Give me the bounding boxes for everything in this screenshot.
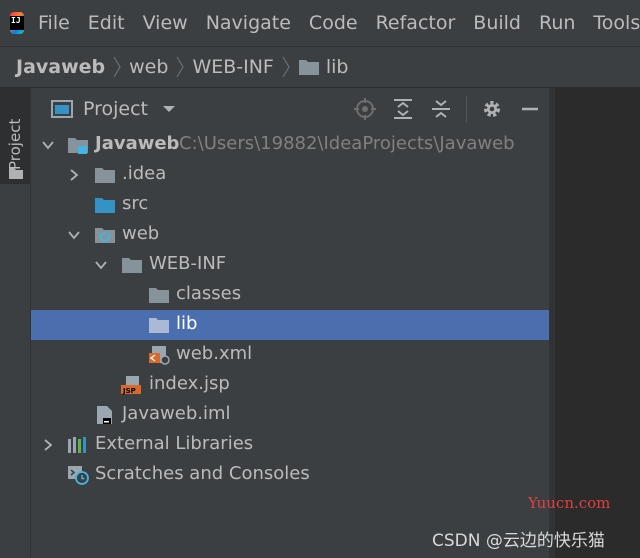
folder-icon <box>122 258 142 273</box>
folder-icon <box>298 60 319 75</box>
tree-row-javaweb[interactable]: Javaweb C:\Users\19882\IdeaProjects\Java… <box>31 130 549 160</box>
menu-edit[interactable]: Edit <box>88 12 125 34</box>
tree-row-web-xml[interactable]: web.xml <box>31 340 549 370</box>
tree-label-classes: classes <box>176 283 242 304</box>
site-watermark: Yuucn.com <box>528 494 611 512</box>
library-icon <box>68 437 86 453</box>
project-panel-toolbar <box>346 88 549 130</box>
breadcrumb-web-inf[interactable]: WEB-INF <box>192 56 273 78</box>
editor-area[interactable] <box>549 88 640 558</box>
project-view-icon <box>51 100 73 118</box>
source-folder-icon <box>95 198 115 213</box>
editor-divider <box>549 88 555 558</box>
tree-label-lib: lib <box>176 313 198 334</box>
web-folder-icon <box>95 228 115 243</box>
menu-refactor[interactable]: Refactor <box>376 12 456 34</box>
menu-navigate[interactable]: Navigate <box>206 12 291 34</box>
tree-row-scratches[interactable]: Scratches and Consoles <box>31 460 549 490</box>
folder-icon <box>149 288 169 303</box>
module-folder-icon <box>68 138 88 154</box>
tree-label-src: src <box>122 193 149 214</box>
chevron-down-icon[interactable] <box>67 228 81 242</box>
tree-label-external-libraries: External Libraries <box>95 433 254 454</box>
tree-path-javaweb: C:\Users\19882\IdeaProjects\Javaweb <box>179 133 515 154</box>
project-panel-header: Project <box>31 88 549 130</box>
folder-icon <box>9 168 23 179</box>
breadcrumb: Javaweb web WEB-INF lib <box>0 46 640 88</box>
menu-tools[interactable]: Tools <box>593 12 640 34</box>
breadcrumb-lib[interactable]: lib <box>298 56 349 78</box>
tree-label-javaweb: Javaweb <box>95 133 180 154</box>
author-watermark: CSDN @云边的快乐猫 <box>432 531 605 551</box>
hide-icon[interactable] <box>511 88 549 130</box>
project-panel: Project Javaweb C:\Users\19882\IdeaProje… <box>31 88 549 558</box>
breadcrumb-lib-label: lib <box>325 56 349 78</box>
intellij-logo-icon: IJ <box>10 12 24 34</box>
tree-row-idea[interactable]: .idea <box>31 160 549 190</box>
tree-label-index-jsp: index.jsp <box>149 373 230 394</box>
breadcrumb-separator-icon <box>278 52 294 82</box>
menu-code[interactable]: Code <box>309 12 358 34</box>
tree-row-web[interactable]: web <box>31 220 549 250</box>
tree-label-web: web <box>122 223 160 244</box>
folder-icon <box>149 318 169 333</box>
tree-label-web-xml: web.xml <box>176 343 253 364</box>
project-tab-label: Project <box>6 118 24 170</box>
project-view-title[interactable]: Project <box>83 98 148 120</box>
menu-file[interactable]: File <box>38 12 70 34</box>
toolbar-divider <box>466 96 467 122</box>
project-tool-window-tab[interactable]: Project <box>0 88 30 184</box>
breadcrumb-separator-icon <box>109 52 125 82</box>
menu-build[interactable]: Build <box>473 12 521 34</box>
chevron-down-icon[interactable] <box>94 258 108 272</box>
tree-row-src[interactable]: src <box>31 190 549 220</box>
menu-bar: IJ File Edit View Navigate Code Refactor… <box>0 0 640 46</box>
tree-row-index-jsp[interactable]: JSP index.jsp <box>31 370 549 400</box>
tree-label-javaweb-iml: Javaweb.iml <box>122 403 231 424</box>
scratches-icon <box>68 466 89 485</box>
chevron-right-icon[interactable] <box>67 168 81 182</box>
tree-label-idea: .idea <box>122 163 167 184</box>
tree-label-web-inf: WEB-INF <box>149 253 227 274</box>
settings-icon[interactable] <box>473 88 511 130</box>
breadcrumb-web[interactable]: web <box>129 56 168 78</box>
module-file-icon <box>97 406 112 424</box>
tool-window-strip: Project <box>0 88 31 558</box>
xml-file-icon <box>149 346 170 365</box>
tree-row-external-libraries[interactable]: External Libraries <box>31 430 549 460</box>
menu-run[interactable]: Run <box>539 12 575 34</box>
tree-row-lib[interactable]: lib <box>31 310 549 340</box>
chevron-right-icon[interactable] <box>41 438 55 452</box>
breadcrumb-javaweb[interactable]: Javaweb <box>16 56 105 78</box>
tree-row-classes[interactable]: classes <box>31 280 549 310</box>
chevron-down-icon[interactable] <box>162 104 176 114</box>
tree-label-scratches: Scratches and Consoles <box>95 463 310 484</box>
breadcrumb-separator-icon <box>172 52 188 82</box>
svg-text:JSP: JSP <box>122 387 136 395</box>
jsp-file-icon: JSP <box>121 376 141 395</box>
folder-icon <box>95 168 115 183</box>
menu-view[interactable]: View <box>143 12 188 34</box>
tree-row-web-inf[interactable]: WEB-INF <box>31 250 549 280</box>
chevron-down-icon[interactable] <box>41 138 55 152</box>
locate-icon[interactable] <box>346 88 384 130</box>
expand-all-icon[interactable] <box>384 88 422 130</box>
collapse-all-icon[interactable] <box>422 88 460 130</box>
tree-row-javaweb-iml[interactable]: Javaweb.iml <box>31 400 549 430</box>
